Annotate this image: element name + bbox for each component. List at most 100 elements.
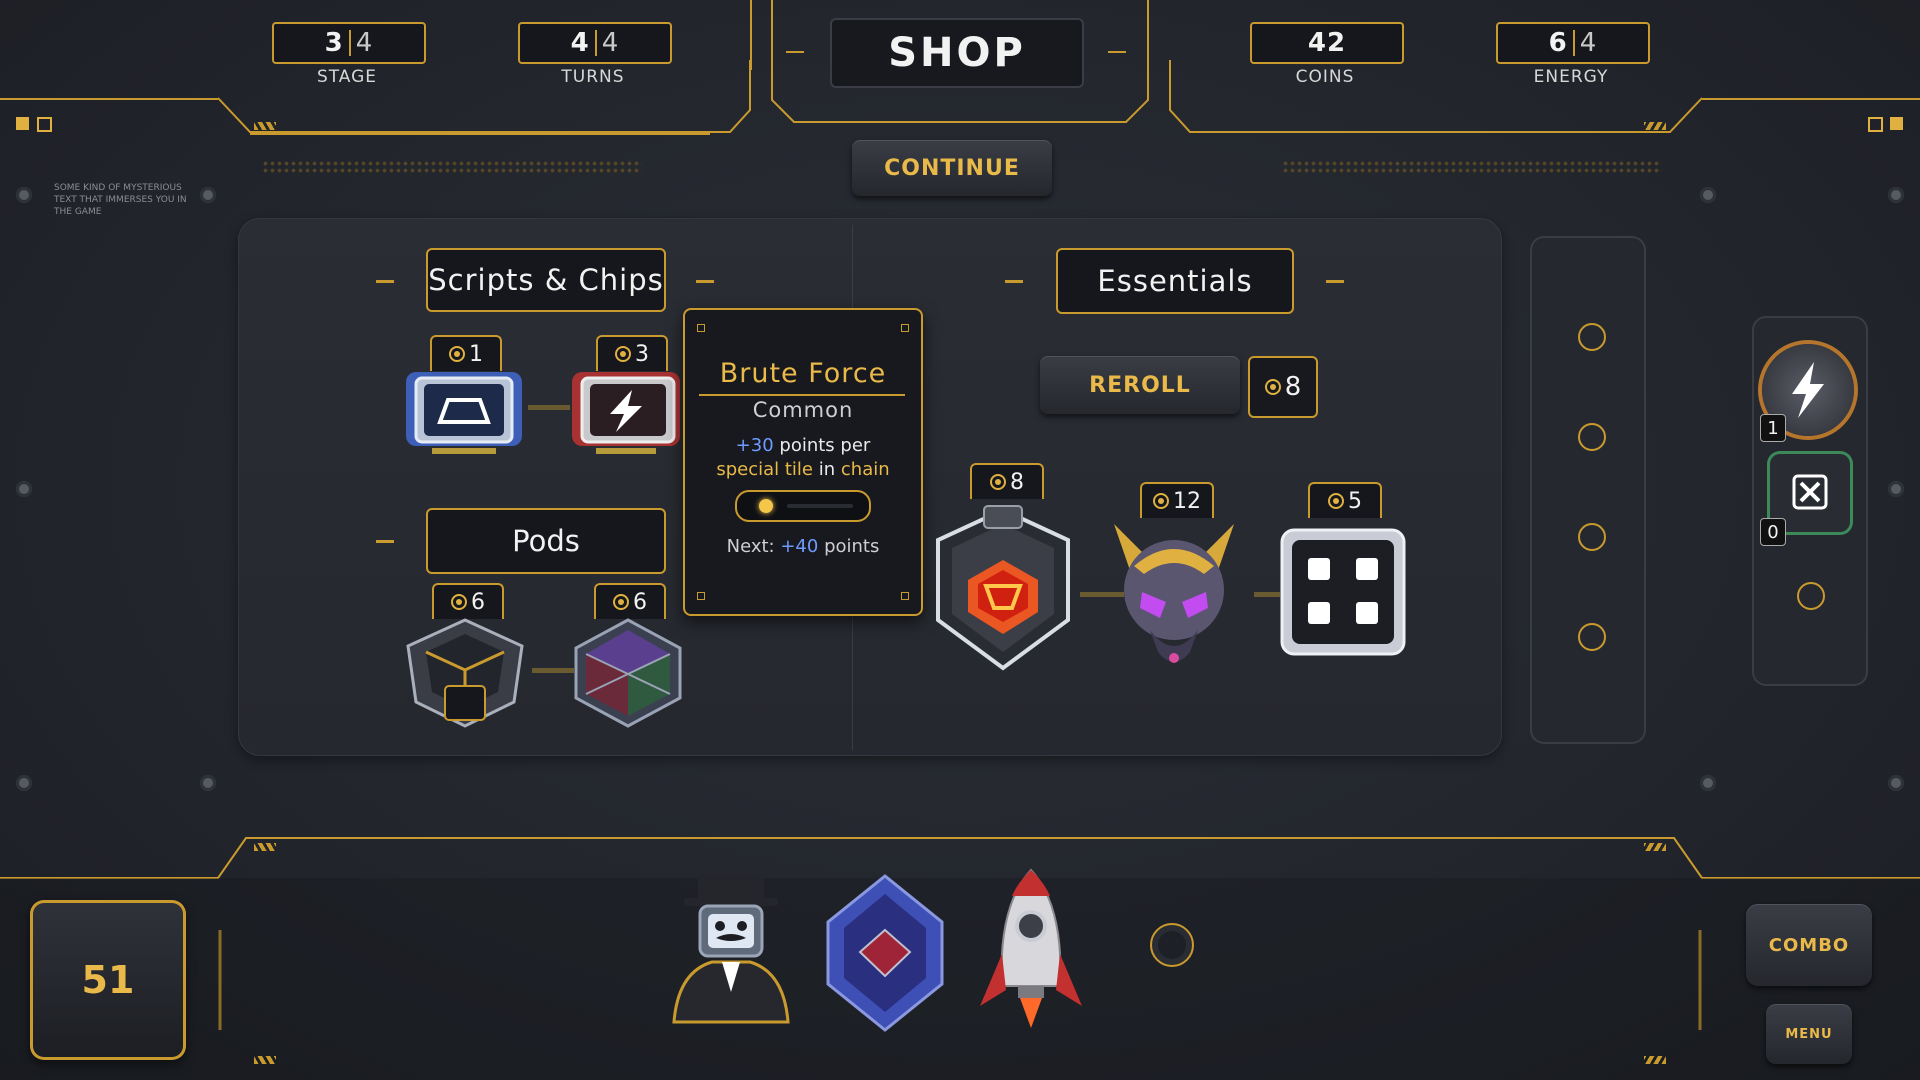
powerup-slot-ring[interactable] xyxy=(1797,582,1825,610)
lightning-count: 1 xyxy=(1760,414,1786,442)
dark-hex-pod-icon[interactable] xyxy=(400,616,530,730)
alien-mask-icon[interactable] xyxy=(1094,512,1254,676)
platform-chip-icon[interactable] xyxy=(402,368,526,458)
stage-label: STAGE xyxy=(316,67,378,87)
connector xyxy=(1254,592,1280,597)
pods-title: Pods xyxy=(426,508,666,574)
tooltip-corner xyxy=(901,592,909,600)
essential-price-tag: 8 xyxy=(970,463,1044,499)
hud-tick xyxy=(1108,51,1126,53)
tooltip-level-bar xyxy=(735,490,871,522)
connector xyxy=(532,668,574,673)
header-tick xyxy=(376,280,394,283)
level-track xyxy=(787,504,853,508)
bolt-dot xyxy=(200,187,216,203)
tooltip-next-unit: points xyxy=(824,536,880,557)
essential-price: 5 xyxy=(1348,488,1362,514)
corner-square-icon xyxy=(1890,117,1903,130)
chip-price-tag: 1 xyxy=(430,335,502,371)
chip-price: 3 xyxy=(635,341,649,367)
stripe-decor xyxy=(254,122,276,130)
tooltip-rarity: Common xyxy=(752,398,854,422)
connector xyxy=(528,405,570,410)
bolt-dot xyxy=(16,187,32,203)
tooltip-next: Next: +40 points xyxy=(685,536,921,557)
four-squares-icon[interactable] xyxy=(1278,526,1408,658)
energy-current: 6 xyxy=(1548,28,1568,58)
stripe-decor xyxy=(1644,122,1666,130)
combo-button[interactable]: COMBO xyxy=(1746,904,1872,986)
scripts-chips-title: Scripts & Chips xyxy=(426,248,666,312)
tooltip-next-amount: +40 xyxy=(780,536,819,557)
bolt-dot xyxy=(16,775,32,791)
stripe-decor xyxy=(1644,1056,1666,1064)
bolt-dot xyxy=(1700,775,1716,791)
tooltip-corner xyxy=(697,592,705,600)
tooltip-divider xyxy=(699,394,905,396)
header-tick xyxy=(1005,280,1023,283)
slot-ring[interactable] xyxy=(1578,323,1606,351)
energy-label: ENERGY xyxy=(1533,67,1609,87)
item-tooltip: Brute Force Common +30 points per specia… xyxy=(683,308,923,616)
tooltip-effect: +30 points per special tile in chain xyxy=(685,434,921,482)
chip-price-tag: 3 xyxy=(596,335,668,371)
turns-max: 4 xyxy=(601,28,620,58)
slot-ring[interactable] xyxy=(1578,623,1606,651)
bottom-bar xyxy=(0,878,1920,1080)
level-pip-filled xyxy=(759,499,773,513)
blue-crystal-icon[interactable] xyxy=(822,872,948,1034)
chip-price: 1 xyxy=(469,341,483,367)
stage-current: 3 xyxy=(324,28,344,58)
tooltip-corner xyxy=(697,324,705,332)
reroll-button[interactable]: REROLL xyxy=(1040,356,1240,414)
lightning-chip-icon[interactable] xyxy=(570,368,682,458)
pod-price: 6 xyxy=(471,589,485,615)
header-tick xyxy=(696,280,714,283)
stripe-decor xyxy=(254,843,276,851)
tooltip-effect-unit: points per xyxy=(779,435,871,456)
stripe-decor xyxy=(1644,843,1666,851)
essential-price-tag: 5 xyxy=(1308,482,1382,518)
turns-counter: 44 xyxy=(518,22,672,64)
menu-button[interactable]: MENU xyxy=(1766,1004,1852,1064)
red-gem-shield-icon[interactable] xyxy=(928,500,1078,676)
tooltip-effect-in: in xyxy=(818,459,836,480)
essentials-title: Essentials xyxy=(1056,248,1294,314)
essential-price: 8 xyxy=(1010,469,1024,495)
shop-title: SHOP xyxy=(830,18,1084,88)
corner-square-icon xyxy=(37,117,52,132)
energy-max: 4 xyxy=(1579,28,1598,58)
tooltip-item-name: Brute Force xyxy=(719,358,887,389)
score-display: 51 xyxy=(30,900,186,1060)
rocket-icon[interactable] xyxy=(976,866,1086,1036)
hud-line xyxy=(1702,98,1920,100)
tooltip-effect-special: special tile xyxy=(716,459,814,480)
header-tick xyxy=(376,540,394,543)
tooltip-effect-chain: chain xyxy=(840,459,890,480)
corner-square-icon xyxy=(1868,117,1883,132)
reroll-cost: 8 xyxy=(1248,356,1318,418)
corner-square-icon xyxy=(16,117,29,130)
decor-band xyxy=(262,160,642,174)
stripe-decor xyxy=(254,1056,276,1064)
flavor-text: SOME KIND OF MYSTERIOUS TEXT THAT IMMERS… xyxy=(54,183,187,217)
tooltip-next-label: Next: xyxy=(726,536,775,557)
prism-pod-icon[interactable] xyxy=(570,616,686,730)
hud-tick xyxy=(786,51,804,53)
slot-ring[interactable] xyxy=(1578,523,1606,551)
header-tick xyxy=(1326,280,1344,283)
stage-max: 4 xyxy=(355,28,374,58)
bolt-dot xyxy=(200,775,216,791)
decor-band xyxy=(1282,160,1662,174)
gentleman-robot-icon[interactable] xyxy=(664,872,798,1032)
cancel-count: 0 xyxy=(1760,518,1786,546)
bolt-dot xyxy=(16,481,32,497)
inventory-empty-slot[interactable] xyxy=(1150,923,1194,967)
bolt-dot xyxy=(1888,481,1904,497)
slot-ring[interactable] xyxy=(1578,423,1606,451)
bolt-dot xyxy=(1700,187,1716,203)
continue-button[interactable]: CONTINUE xyxy=(852,140,1052,196)
bolt-dot xyxy=(1888,187,1904,203)
upgrade-slot-column xyxy=(1530,236,1646,744)
energy-counter: 64 xyxy=(1496,22,1650,64)
